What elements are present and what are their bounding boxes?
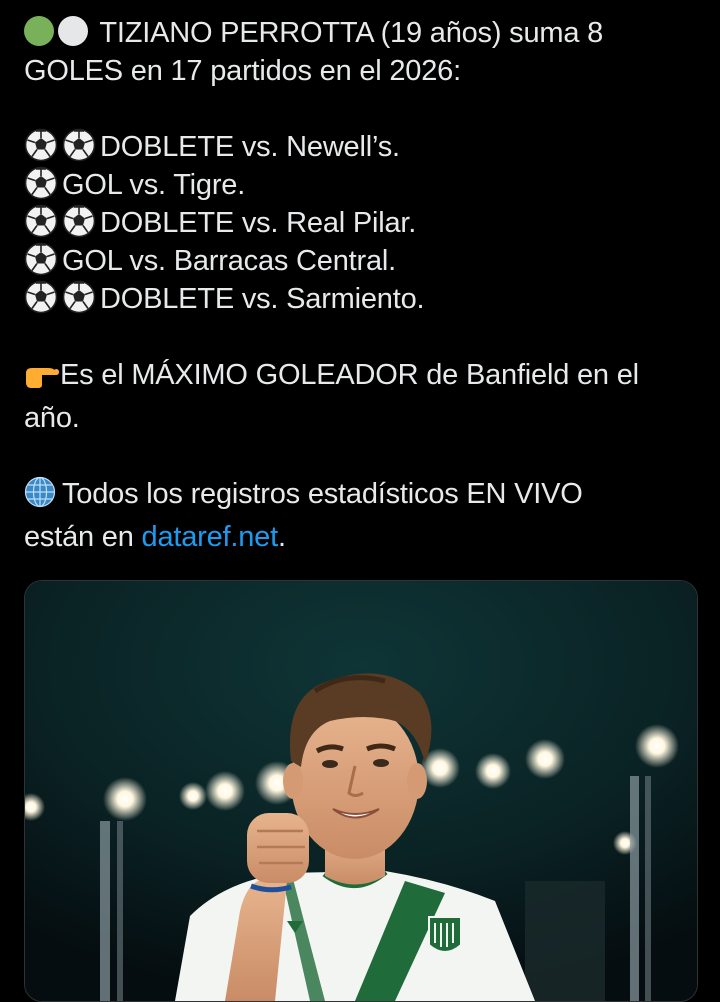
top-scorer-text-2: año. (24, 402, 80, 434)
pointing-right-icon (24, 361, 60, 399)
white-circle-icon (58, 16, 88, 46)
intro-line: TIZIANO PERROTTA (19 años) suma 8 (24, 14, 704, 52)
green-circle-icon (24, 16, 54, 46)
goal-item: GOL vs. Tigre. (24, 166, 704, 204)
goal-text: GOL vs. Tigre. (62, 169, 246, 201)
goal-text: DOBLETE vs. Real Pilar. (100, 207, 417, 239)
stats-text-1: Todos los registros estadísticos EN VIVO (62, 478, 583, 510)
goal-text: DOBLETE vs. Sarmiento. (100, 283, 425, 315)
tweet-photo[interactable] (24, 580, 698, 1002)
soccer-ball-icon (24, 280, 58, 314)
stats-line-2: están en dataref.net. (24, 518, 704, 556)
globe-icon (24, 476, 56, 518)
goal-text: DOBLETE vs. Newell’s. (100, 131, 400, 163)
dataref-link[interactable]: dataref.net (142, 521, 279, 553)
stats-line: Todos los registros estadísticos EN VIVO (24, 475, 704, 518)
goal-item: GOL vs. Barracas Central. (24, 242, 704, 280)
soccer-ball-icon (24, 204, 58, 238)
goal-list: DOBLETE vs. Newell’s. GOL vs. Tigre. DOBLE… (24, 128, 704, 318)
top-scorer-line: Es el MÁXIMO GOLEADOR de Banfield en el (24, 356, 704, 399)
soccer-ball-icon (24, 242, 58, 276)
intro-text-2: GOLES en 17 partidos en el 2026: (24, 55, 461, 87)
stats-suffix: . (277, 521, 286, 553)
goal-item: DOBLETE vs. Newell’s. (24, 128, 704, 166)
goal-item: DOBLETE vs. Sarmiento. (24, 280, 704, 318)
soccer-ball-icon (62, 280, 96, 314)
soccer-ball-icon (24, 128, 58, 162)
tweet-text: TIZIANO PERROTTA (19 años) suma 8 GOLES … (24, 14, 704, 556)
goal-item: DOBLETE vs. Real Pilar. (24, 204, 704, 242)
soccer-ball-icon (24, 166, 58, 200)
stats-prefix: están en (24, 521, 142, 553)
goal-text: GOL vs. Barracas Central. (62, 245, 396, 277)
top-scorer-text-1: Es el MÁXIMO GOLEADOR de Banfield en el (60, 359, 639, 391)
soccer-ball-icon (62, 128, 96, 162)
soccer-ball-icon (62, 204, 96, 238)
intro-text-1: TIZIANO PERROTTA (19 años) suma 8 (99, 17, 604, 49)
